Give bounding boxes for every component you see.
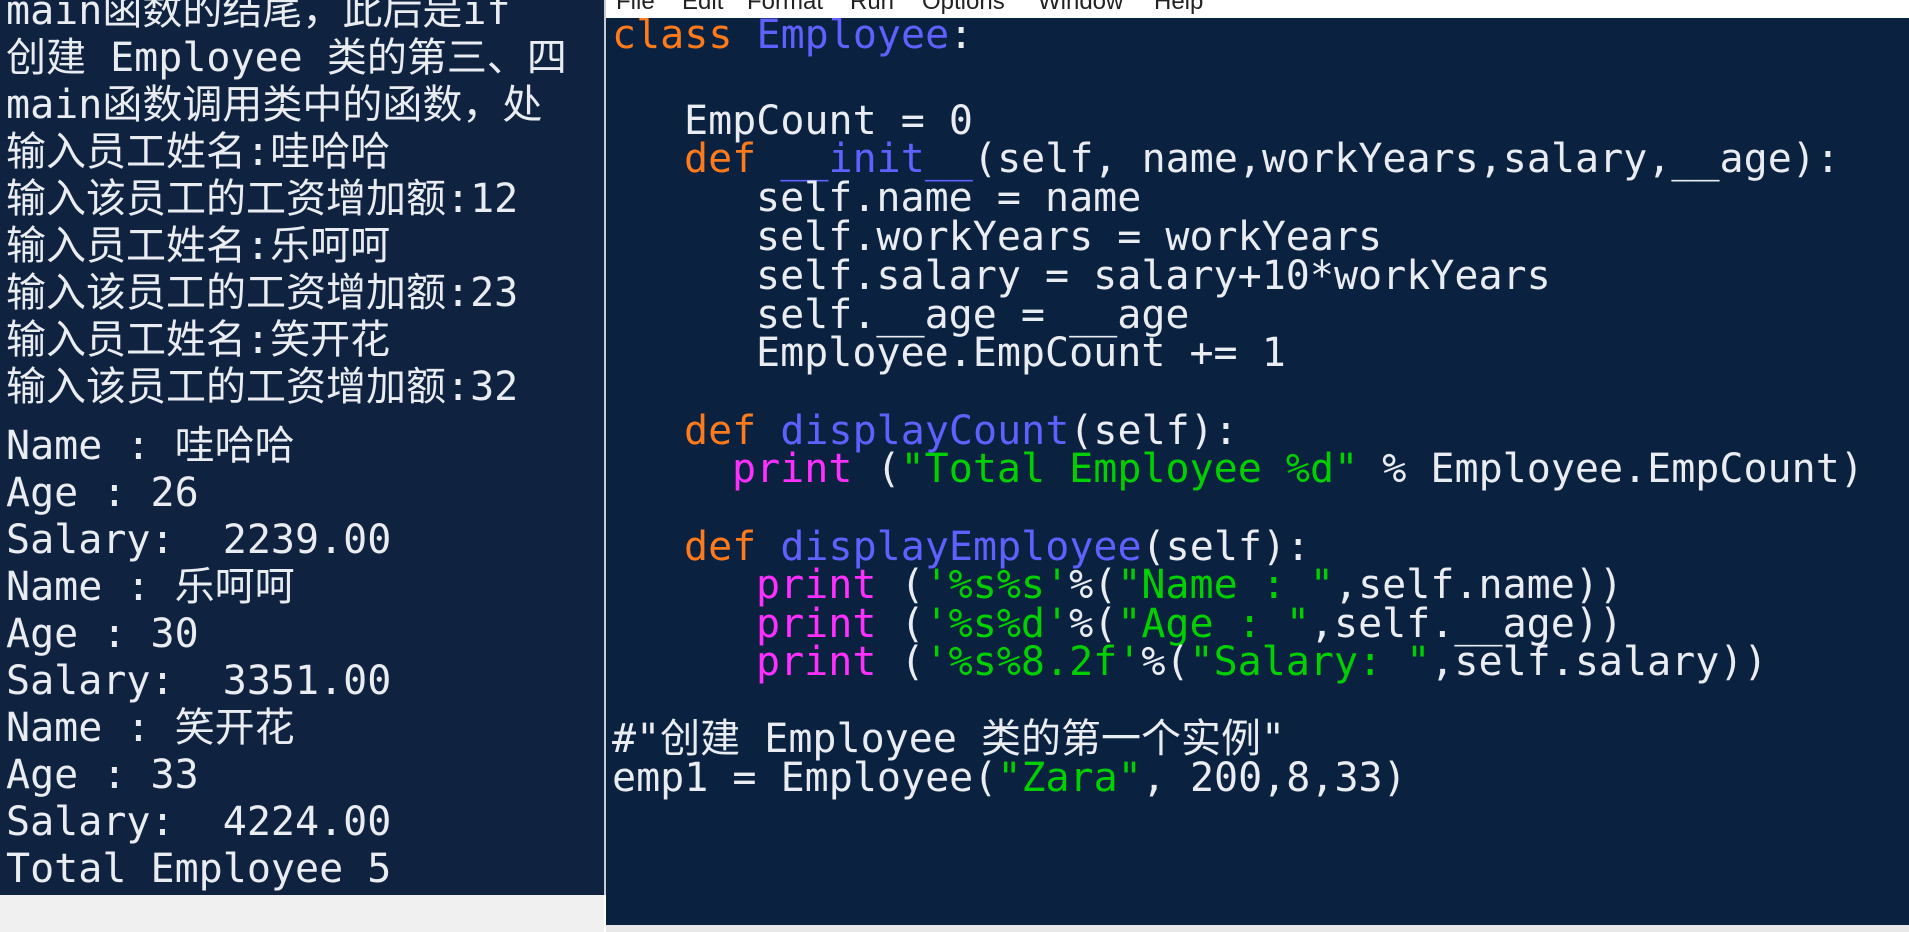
shell-status-bar [0,895,604,932]
code-line: print ('%s%8.2f'%("Salary: ",self.salary… [756,639,1768,685]
shell-output-line: 创建 Employee 类的第三、四 [6,35,567,81]
shell-output-line: 输入该员工的工资增加额:12 [6,176,519,222]
editor-window[interactable]: File Edit Format Run Options Window Help… [606,0,1909,932]
shell-output-line: Salary: 2239.00 [6,517,392,563]
shell-output-line: Name : 笑开花 [6,705,295,751]
shell-output-line: main函数的结尾，此后是if [6,0,511,34]
shell-output-line: 输入员工姓名:乐呵呵 [6,223,391,269]
menu-bar: File Edit Format Run Options Window Help [606,0,1909,18]
shell-output-line: Salary: 3351.00 [6,658,392,704]
menu-format[interactable]: Format [747,0,823,16]
shell-output-line: Name : 乐呵呵 [6,564,295,610]
code-area[interactable]: class Employee: EmpCount = 0 def __init_… [606,18,1909,930]
code-line: print ("Total Employee %d" % Employee.Em… [732,446,1864,492]
shell-output-line: 输入员工姓名:哇哈哈 [6,129,391,175]
shell-output-line: main函数调用类中的函数，处 [6,82,543,128]
code-line: class Employee: [612,18,974,58]
menu-help[interactable]: Help [1154,0,1203,16]
shell-output-line: Total Employee 5 [6,846,392,892]
shell-output-line: Salary: 4224.00 [6,799,392,845]
shell-output-line: Name : 哇哈哈 [6,423,295,469]
menu-options[interactable]: Options [922,0,1005,16]
shell-output-line: 输入该员工的工资增加额:23 [6,270,519,316]
editor-status-bar [606,925,1909,932]
shell-output-line: Age : 33 [6,752,199,798]
menu-file[interactable]: File [616,0,655,16]
shell-output-line: Age : 30 [6,611,199,657]
menu-run[interactable]: Run [850,0,894,16]
menu-window[interactable]: Window [1038,0,1123,16]
code-line: Employee.EmpCount += 1 [756,330,1286,376]
shell-output-line: 输入员工姓名:笑开花 [6,317,391,363]
code-line: emp1 = Employee("Zara", 200,8,33) [612,755,1407,801]
menu-edit[interactable]: Edit [682,0,723,16]
shell-output-line: 输入该员工的工资增加额:32 [6,364,519,410]
shell-window[interactable]: main函数的结尾，此后是if 创建 Employee 类的第三、四 main函… [0,0,606,895]
shell-output-line: Age : 26 [6,470,199,516]
